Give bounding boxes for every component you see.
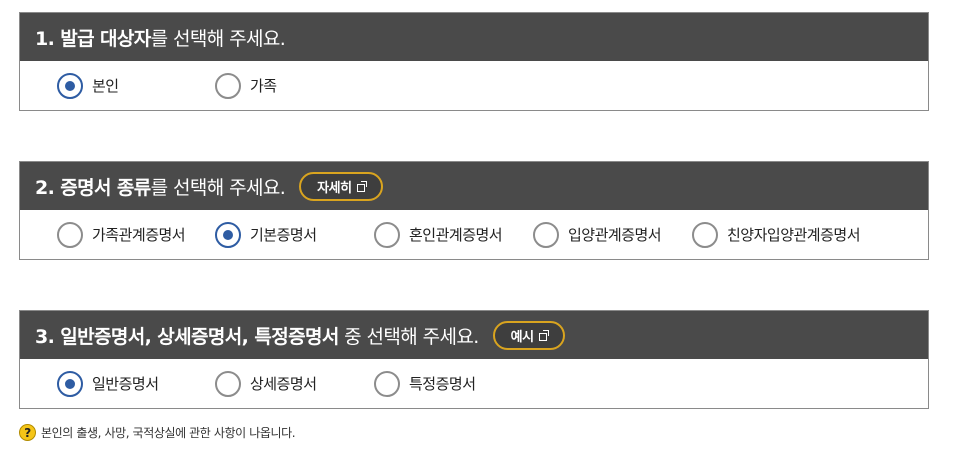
radio-unselected-icon[interactable]: [215, 72, 241, 99]
radio-full-adoption-label: 친양자입양관계증명서: [727, 226, 861, 244]
radio-selected-icon[interactable]: [215, 221, 241, 248]
radio-general[interactable]: 일반증명서: [57, 370, 215, 397]
certificate-level-header: 3. 일반증명서, 상세증명서, 특정증명서 중 선택해 주세요. 예시: [20, 311, 928, 359]
target-title-rest: 를 선택해 주세요.: [150, 27, 286, 50]
radio-detailed-label: 상세증명서: [250, 375, 317, 393]
radio-unselected-icon[interactable]: [692, 221, 718, 248]
example-button-label: 예시: [510, 329, 534, 345]
help-note-text: 본인의 출생, 사망, 국적상실에 관한 사항이 나옵니다.: [41, 426, 296, 440]
radio-family-relation[interactable]: 가족관계증명서: [57, 221, 215, 248]
radio-family-relation-label: 가족관계증명서: [92, 226, 186, 244]
target-title-bold: 1. 발급 대상자: [35, 27, 151, 50]
certificate-type-panel: 2. 증명서 종류를 선택해 주세요. 자세히 가족관계증명서 기본증명서 혼인…: [19, 161, 929, 260]
radio-general-label: 일반증명서: [92, 375, 159, 393]
radio-selected-icon[interactable]: [57, 72, 83, 99]
radio-unselected-icon[interactable]: [374, 221, 400, 248]
detail-button-label: 자세히: [317, 180, 352, 196]
radio-unselected-icon[interactable]: [57, 221, 83, 248]
radio-marriage[interactable]: 혼인관계증명서: [374, 221, 533, 248]
radio-adoption-label: 입양관계증명서: [568, 226, 662, 244]
radio-adoption[interactable]: 입양관계증명서: [533, 221, 692, 248]
radio-specific[interactable]: 특정증명서: [374, 370, 476, 397]
radio-family[interactable]: 가족: [215, 72, 277, 99]
help-note: ? 본인의 출생, 사망, 국적상실에 관한 사항이 나옵니다.: [19, 424, 296, 441]
certificate-type-header: 2. 증명서 종류를 선택해 주세요. 자세히: [20, 162, 928, 210]
certificate-level-title-rest: 중 선택해 주세요.: [338, 325, 479, 348]
certificate-type-title: 2. 증명서 종류를 선택해 주세요.: [35, 173, 286, 200]
target-panel: 1. 발급 대상자를 선택해 주세요. 본인 가족: [19, 12, 929, 111]
certificate-level-options: 일반증명서 상세증명서 특정증명서: [20, 359, 928, 408]
target-options: 본인 가족: [20, 61, 928, 110]
radio-specific-label: 특정증명서: [409, 375, 476, 393]
certificate-type-title-rest: 를 선택해 주세요.: [150, 176, 286, 199]
certificate-level-title-bold: 3. 일반증명서, 상세증명서, 특정증명서: [35, 325, 339, 348]
radio-family-label: 가족: [250, 77, 277, 95]
radio-unselected-icon[interactable]: [374, 370, 400, 397]
radio-selected-icon[interactable]: [57, 370, 83, 397]
detail-button[interactable]: 자세히: [299, 171, 383, 201]
certificate-level-panel: 3. 일반증명서, 상세증명서, 특정증명서 중 선택해 주세요. 예시 일반증…: [19, 310, 929, 409]
radio-full-adoption[interactable]: 친양자입양관계증명서: [692, 221, 861, 248]
certificate-level-title: 3. 일반증명서, 상세증명서, 특정증명서 중 선택해 주세요.: [35, 322, 479, 349]
radio-basic-label: 기본증명서: [250, 226, 317, 244]
certificate-type-title-bold: 2. 증명서 종류: [35, 176, 151, 199]
external-link-icon: [356, 180, 367, 192]
radio-detailed[interactable]: 상세증명서: [215, 370, 374, 397]
radio-marriage-label: 혼인관계증명서: [409, 226, 503, 244]
radio-unselected-icon[interactable]: [533, 221, 559, 248]
radio-unselected-icon[interactable]: [215, 370, 241, 397]
radio-self[interactable]: 본인: [57, 72, 215, 99]
external-link-icon: [538, 329, 549, 341]
question-icon: ?: [19, 424, 36, 441]
target-panel-title: 1. 발급 대상자를 선택해 주세요.: [35, 24, 286, 51]
example-button[interactable]: 예시: [492, 320, 565, 350]
certificate-type-options: 가족관계증명서 기본증명서 혼인관계증명서 입양관계증명서 친양자입양관계증명서: [20, 210, 928, 259]
radio-basic[interactable]: 기본증명서: [215, 221, 374, 248]
target-panel-header: 1. 발급 대상자를 선택해 주세요.: [20, 13, 928, 61]
radio-self-label: 본인: [92, 77, 119, 95]
